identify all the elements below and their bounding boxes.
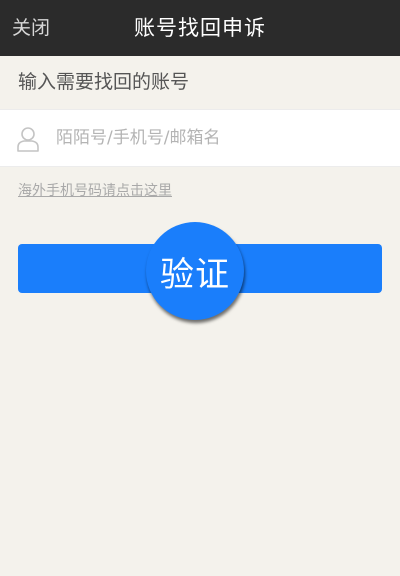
verify-button-highlight[interactable]: 验证 [146, 222, 244, 320]
account-input[interactable] [56, 110, 386, 166]
user-icon [17, 127, 39, 152]
overseas-phone-link[interactable]: 海外手机号码请点击这里 [18, 180, 172, 202]
section-title: 输入需要找回的账号 [18, 71, 190, 93]
verify-label: 验证 [160, 254, 230, 295]
account-input-row [0, 109, 400, 167]
page-title: 账号找回申诉 [134, 16, 266, 40]
navigation-bar: 关闭 账号找回申诉 [0, 0, 400, 56]
